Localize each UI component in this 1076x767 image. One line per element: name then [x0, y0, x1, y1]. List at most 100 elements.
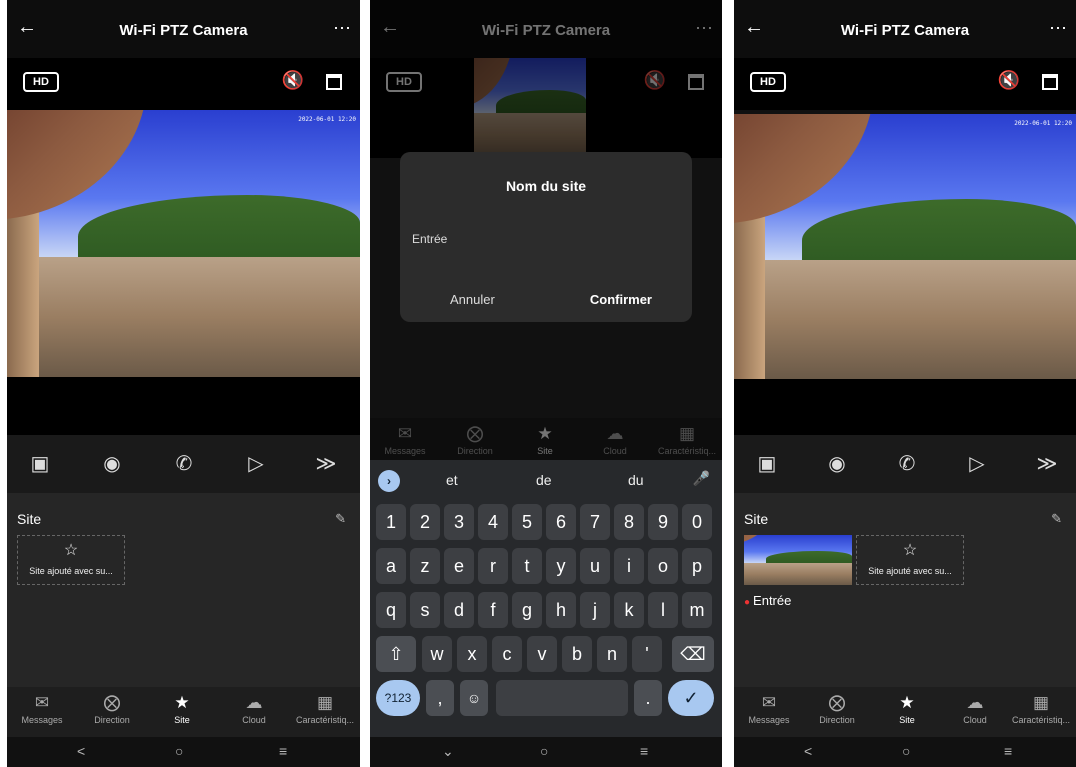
site-name-input[interactable]: Entrée [412, 232, 447, 246]
add-site-card[interactable]: ☆ Site ajouté avec su... [856, 535, 964, 585]
mute-icon[interactable]: 🔇 [998, 70, 1020, 91]
key-p[interactable]: p [682, 548, 712, 584]
key-2[interactable]: 2 [410, 504, 440, 540]
comma-key[interactable]: , [426, 680, 454, 716]
chevron-down-icon[interactable]: ≫ [313, 451, 339, 477]
video-record-icon[interactable]: ▷ [964, 451, 990, 477]
window-icon[interactable] [326, 74, 342, 90]
microphone-icon[interactable]: 🎤 [693, 470, 710, 487]
add-site-card[interactable]: ☆ Site ajouté avec su... [17, 535, 125, 585]
more-dots-icon[interactable]: ⋯ [333, 18, 352, 39]
confirm-button[interactable]: Confirmer [590, 292, 652, 307]
nav-hide-keyboard[interactable]: ⌄ [442, 743, 454, 760]
tab-direction[interactable]: ⨂ Direction [77, 693, 147, 725]
hd-toggle[interactable]: HD [23, 72, 59, 92]
key-row-2: qsdfghjklm [370, 592, 722, 632]
key-b[interactable]: b [562, 636, 592, 672]
camera-icon[interactable]: ◉ [824, 451, 850, 477]
suggestion[interactable]: de [536, 472, 552, 488]
tab-site[interactable]: ★ Site [872, 693, 942, 725]
phone-call-icon[interactable]: ✆ [894, 451, 920, 477]
key-e[interactable]: e [444, 548, 474, 584]
tab-features[interactable]: ▦ Caractéristiq... [290, 693, 360, 725]
nav-recents[interactable]: ≡ [1004, 743, 1012, 759]
key-w[interactable]: w [422, 636, 452, 672]
screenshot-frame-icon[interactable]: ▣ [754, 451, 780, 477]
edit-pencil-icon[interactable]: ✎ [1051, 511, 1062, 527]
nav-home[interactable]: ○ [540, 743, 548, 759]
key-8[interactable]: 8 [614, 504, 644, 540]
key-4[interactable]: 4 [478, 504, 508, 540]
saved-site-name[interactable]: ● Entrée [744, 593, 791, 608]
chevron-down-icon[interactable]: ≫ [1034, 451, 1060, 477]
key-a[interactable]: a [376, 548, 406, 584]
saved-site-thumbnail[interactable] [744, 535, 852, 585]
tab-direction[interactable]: ⨂ Direction [802, 693, 872, 725]
key-k[interactable]: k [614, 592, 644, 628]
key-apostrophe[interactable]: ' [632, 636, 662, 672]
key-z[interactable]: z [410, 548, 440, 584]
mute-icon[interactable]: 🔇 [282, 70, 304, 91]
key-j[interactable]: j [580, 592, 610, 628]
tab-cloud[interactable]: ☁ Cloud [219, 693, 289, 725]
live-video[interactable]: 2022-06-01 12:20 [7, 110, 360, 377]
nav-recents[interactable]: ≡ [640, 743, 648, 759]
nav-back[interactable]: < [77, 743, 85, 759]
camera-icon[interactable]: ◉ [99, 451, 125, 477]
key-6[interactable]: 6 [546, 504, 576, 540]
tab-messages[interactable]: ✉ Messages [734, 693, 804, 725]
nav-recents[interactable]: ≡ [279, 743, 287, 759]
cancel-button[interactable]: Annuler [450, 292, 495, 307]
chevron-right-icon[interactable]: › [378, 470, 400, 492]
nav-home[interactable]: ○ [175, 743, 183, 759]
tab-cloud[interactable]: ☁ Cloud [940, 693, 1010, 725]
key-o[interactable]: o [648, 548, 678, 584]
key-x[interactable]: x [457, 636, 487, 672]
key-1[interactable]: 1 [376, 504, 406, 540]
key-r[interactable]: r [478, 548, 508, 584]
emoji-key[interactable]: ☺ [460, 680, 488, 716]
edit-pencil-icon[interactable]: ✎ [335, 511, 346, 527]
symbols-key[interactable]: ?123 [376, 680, 420, 716]
key-0[interactable]: 0 [682, 504, 712, 540]
phone-call-icon[interactable]: ✆ [171, 451, 197, 477]
key-n[interactable]: n [597, 636, 627, 672]
key-t[interactable]: t [512, 548, 542, 584]
shift-key[interactable]: ⇧ [376, 636, 416, 672]
page-title: Wi-Fi PTZ Camera [119, 22, 248, 39]
key-9[interactable]: 9 [648, 504, 678, 540]
key-v[interactable]: v [527, 636, 557, 672]
key-y[interactable]: y [546, 548, 576, 584]
key-g[interactable]: g [512, 592, 542, 628]
key-h[interactable]: h [546, 592, 576, 628]
key-3[interactable]: 3 [444, 504, 474, 540]
key-l[interactable]: l [648, 592, 678, 628]
nav-back[interactable]: < [804, 743, 812, 759]
hd-toggle[interactable]: HD [750, 72, 786, 92]
key-c[interactable]: c [492, 636, 522, 672]
more-dots-icon[interactable]: ⋯ [1049, 18, 1068, 39]
enter-check-key[interactable]: ✓ [668, 680, 714, 716]
period-key[interactable]: . [634, 680, 662, 716]
key-7[interactable]: 7 [580, 504, 610, 540]
tab-features[interactable]: ▦ Caractéristiq... [1006, 693, 1076, 725]
suggestion[interactable]: et [446, 472, 458, 488]
video-record-icon[interactable]: ▷ [243, 451, 269, 477]
key-i[interactable]: i [614, 548, 644, 584]
live-video[interactable]: 2022-06-01 12:20 [734, 114, 1076, 379]
backspace-key[interactable]: ⌫ [672, 636, 714, 672]
key-d[interactable]: d [444, 592, 474, 628]
key-s[interactable]: s [410, 592, 440, 628]
key-u[interactable]: u [580, 548, 610, 584]
suggestion[interactable]: du [628, 472, 644, 488]
key-f[interactable]: f [478, 592, 508, 628]
screenshot-frame-icon[interactable]: ▣ [27, 451, 53, 477]
key-5[interactable]: 5 [512, 504, 542, 540]
key-m[interactable]: m [682, 592, 712, 628]
space-key[interactable] [496, 680, 628, 716]
window-icon[interactable] [1042, 74, 1058, 90]
nav-home[interactable]: ○ [902, 743, 910, 759]
key-q[interactable]: q [376, 592, 406, 628]
tab-messages[interactable]: ✉ Messages [7, 693, 77, 725]
tab-site[interactable]: ★ Site [147, 693, 217, 725]
